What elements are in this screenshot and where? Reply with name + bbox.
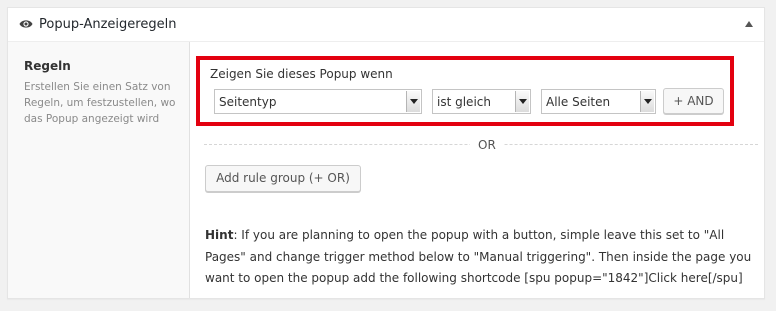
eye-icon	[19, 20, 33, 28]
hint-body: : If you are planning to open the popup …	[205, 228, 752, 285]
hint-label: Hint	[205, 228, 234, 242]
chevron-down-icon[interactable]	[515, 91, 529, 112]
chevron-down-icon[interactable]	[640, 91, 654, 112]
chevron-down-icon[interactable]	[406, 91, 420, 112]
add-rule-group-button[interactable]: Add rule group (+ OR)	[205, 165, 361, 192]
rule-group-heading: Zeigen Sie dieses Popup wenn	[210, 67, 393, 81]
operator-select[interactable]: ist gleich	[432, 89, 531, 114]
rules-description: Erstellen Sie einen Satz von Regeln, um …	[24, 81, 176, 125]
field-label-column: Regeln Erstellen Sie einen Satz von Rege…	[8, 42, 190, 298]
value-select-value: Alle Seiten	[546, 95, 611, 109]
hint-text: Hint: If you are planning to open the po…	[205, 225, 760, 290]
param-select-value: Seitentyp	[219, 95, 277, 109]
rule-group: Zeigen Sie dieses Popup wenn Seitentyp i…	[196, 56, 734, 126]
metabox-title: Popup-Anzeigeregeln	[39, 17, 177, 32]
rules-content: Zeigen Sie dieses Popup wenn Seitentyp i…	[190, 42, 764, 298]
popup-display-rules-metabox: Popup-Anzeigeregeln Regeln Erstellen Sie…	[7, 7, 765, 299]
param-select[interactable]: Seitentyp	[214, 89, 422, 114]
rules-label: Regeln	[24, 59, 71, 73]
value-select[interactable]: Alle Seiten	[541, 89, 656, 114]
metabox-header[interactable]: Popup-Anzeigeregeln	[8, 8, 764, 42]
operator-select-value: ist gleich	[437, 95, 491, 109]
collapse-toggle-icon[interactable]	[745, 21, 753, 27]
or-separator-label: OR	[470, 138, 504, 152]
add-and-rule-button[interactable]: + AND	[663, 88, 724, 114]
